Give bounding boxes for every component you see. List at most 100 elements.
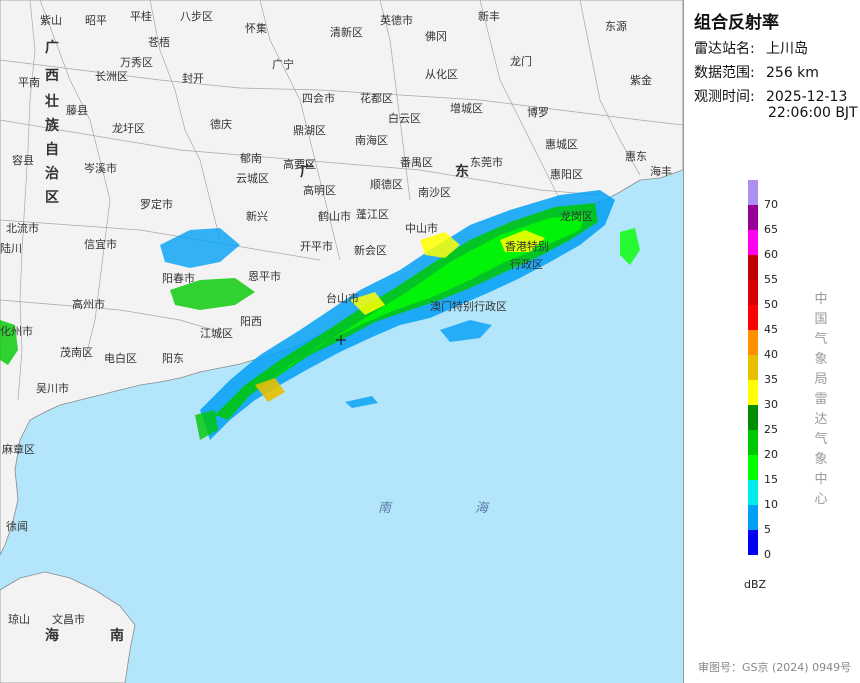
city-label: 四会市: [302, 91, 335, 105]
region-label: 海: [475, 501, 490, 516]
city-label: 阳西: [240, 315, 262, 328]
radar-map[interactable]: 紫山 昭平 平桂 八步区怀集 清新区 英德市 新丰佛冈 东源苍梧万秀区长洲区 封开 广宁从化区 龙门…: [0, 0, 683, 683]
city-label: 化州市: [0, 324, 33, 338]
region-label: 南: [378, 501, 393, 516]
city-label: 台山市: [326, 291, 359, 305]
legend-label: 45: [764, 323, 778, 336]
city-label: 高州市: [72, 297, 105, 311]
city-label: 博罗: [527, 106, 549, 119]
legend-unit: dBZ: [744, 578, 767, 591]
city-label: 英德市: [380, 13, 413, 27]
city-label: 行政区: [510, 257, 543, 271]
time-row: 观测时间: 2025-12-13: [694, 86, 847, 106]
station-key: 雷达站名:: [694, 41, 755, 57]
legend-swatch: [748, 530, 758, 555]
city-label: 新丰: [478, 9, 500, 23]
city-label: 白云区: [388, 111, 421, 125]
agency-char: 达: [814, 412, 828, 427]
city-label: 云城区: [236, 172, 269, 185]
legend-label: 15: [764, 473, 778, 486]
legend-label: 25: [764, 423, 778, 436]
city-label: 吴川市: [36, 381, 69, 395]
city-label: 龙岗区: [560, 210, 593, 223]
legend-label: 50: [764, 298, 778, 311]
city-label: 徐闻: [6, 519, 28, 533]
legend-swatch: [748, 380, 758, 405]
legend-label: 70: [764, 198, 778, 211]
approval-number: 审图号：GS京 (2024) 0949号: [698, 661, 852, 674]
legend-label: 5: [764, 523, 771, 536]
station-row: 雷达站名: 上川岛: [694, 38, 808, 58]
city-label: 惠东: [625, 149, 647, 163]
agency-char: 中: [814, 292, 828, 307]
city-label: 罗定市: [140, 197, 173, 211]
legend-swatch: [748, 455, 758, 480]
legend-swatch: [748, 230, 758, 255]
city-label: 从化区: [425, 67, 458, 81]
legend-label: 60: [764, 248, 778, 261]
region-label: 广: [45, 39, 59, 56]
legend-swatch: [748, 180, 758, 205]
city-label: 昭平: [85, 14, 107, 27]
city-label: 中山市: [405, 221, 438, 235]
city-label: 东莞市: [470, 155, 503, 169]
agency-char: 气: [814, 332, 828, 347]
city-label: 阳春市: [162, 271, 195, 285]
city-label: 增城区: [450, 101, 483, 115]
city-label: 花都区: [360, 92, 393, 105]
agency-char: 局: [814, 372, 828, 387]
legend-swatch: [748, 305, 758, 330]
city-label: 德庆: [210, 117, 232, 131]
agency-char: 雷: [814, 392, 828, 407]
city-label: 藤县: [66, 104, 88, 117]
city-label: 信宜市: [84, 237, 117, 251]
city-label: 容县: [12, 153, 34, 167]
legend-label: 10: [764, 498, 778, 511]
city-label: 南海区: [355, 133, 388, 147]
region-label: 区: [45, 190, 59, 206]
region-label: 广: [300, 163, 314, 180]
city-label: 香港特别: [505, 239, 549, 253]
city-label: 紫山: [40, 14, 62, 27]
city-label: 平桂: [130, 9, 152, 23]
region-label: 治: [45, 165, 59, 182]
city-label: 高明区: [303, 183, 336, 197]
city-label: 岑溪市: [84, 161, 117, 175]
legend-swatch: [748, 330, 758, 355]
legend-swatch: [748, 280, 758, 305]
legend-swatch: [748, 355, 758, 380]
region-label: 东: [455, 163, 469, 180]
legend-swatch: [748, 255, 758, 280]
agency-vertical-text: 中国气象局雷达气象中心: [814, 290, 828, 510]
station-value: 上川岛: [766, 41, 808, 57]
time-key: 观测时间:: [694, 89, 755, 105]
product-title: 组合反射率: [694, 13, 779, 33]
legend-label: 55: [764, 273, 778, 286]
legend-swatch: [748, 480, 758, 505]
city-label: 琼山: [8, 612, 30, 626]
city-label: 开平市: [300, 239, 333, 253]
city-label: 江城区: [200, 327, 233, 340]
city-label: 广宁: [272, 57, 294, 71]
city-label: 紫金: [630, 73, 652, 87]
city-label: 澳门特别行政区: [430, 299, 507, 313]
time-date: 2025-12-13: [766, 89, 848, 105]
range-value: 256 km: [766, 65, 819, 81]
legend-swatch: [748, 405, 758, 430]
region-label: 南: [110, 627, 124, 644]
city-label: 番禺区: [400, 156, 433, 169]
city-label: 平南: [18, 76, 40, 89]
city-label: 佛冈: [425, 30, 447, 43]
info-panel: 组合反射率 雷达站名: 上川岛 数据范围: 256 km 观测时间: 2025-12-…: [683, 0, 860, 683]
time-clock: 22:06:00 BJT: [768, 105, 858, 121]
region-label: 壮: [45, 93, 59, 110]
city-label: 文昌市: [52, 612, 85, 626]
region-label: 西: [45, 68, 59, 84]
city-label: 电白区: [104, 351, 137, 365]
city-label: 茂南区: [60, 345, 93, 359]
city-label: 清新区: [330, 25, 363, 39]
city-label: 海丰: [650, 164, 672, 178]
city-label: 封开: [182, 71, 204, 85]
city-label: 鼎湖区: [293, 124, 326, 137]
agency-char: 中: [814, 472, 828, 487]
